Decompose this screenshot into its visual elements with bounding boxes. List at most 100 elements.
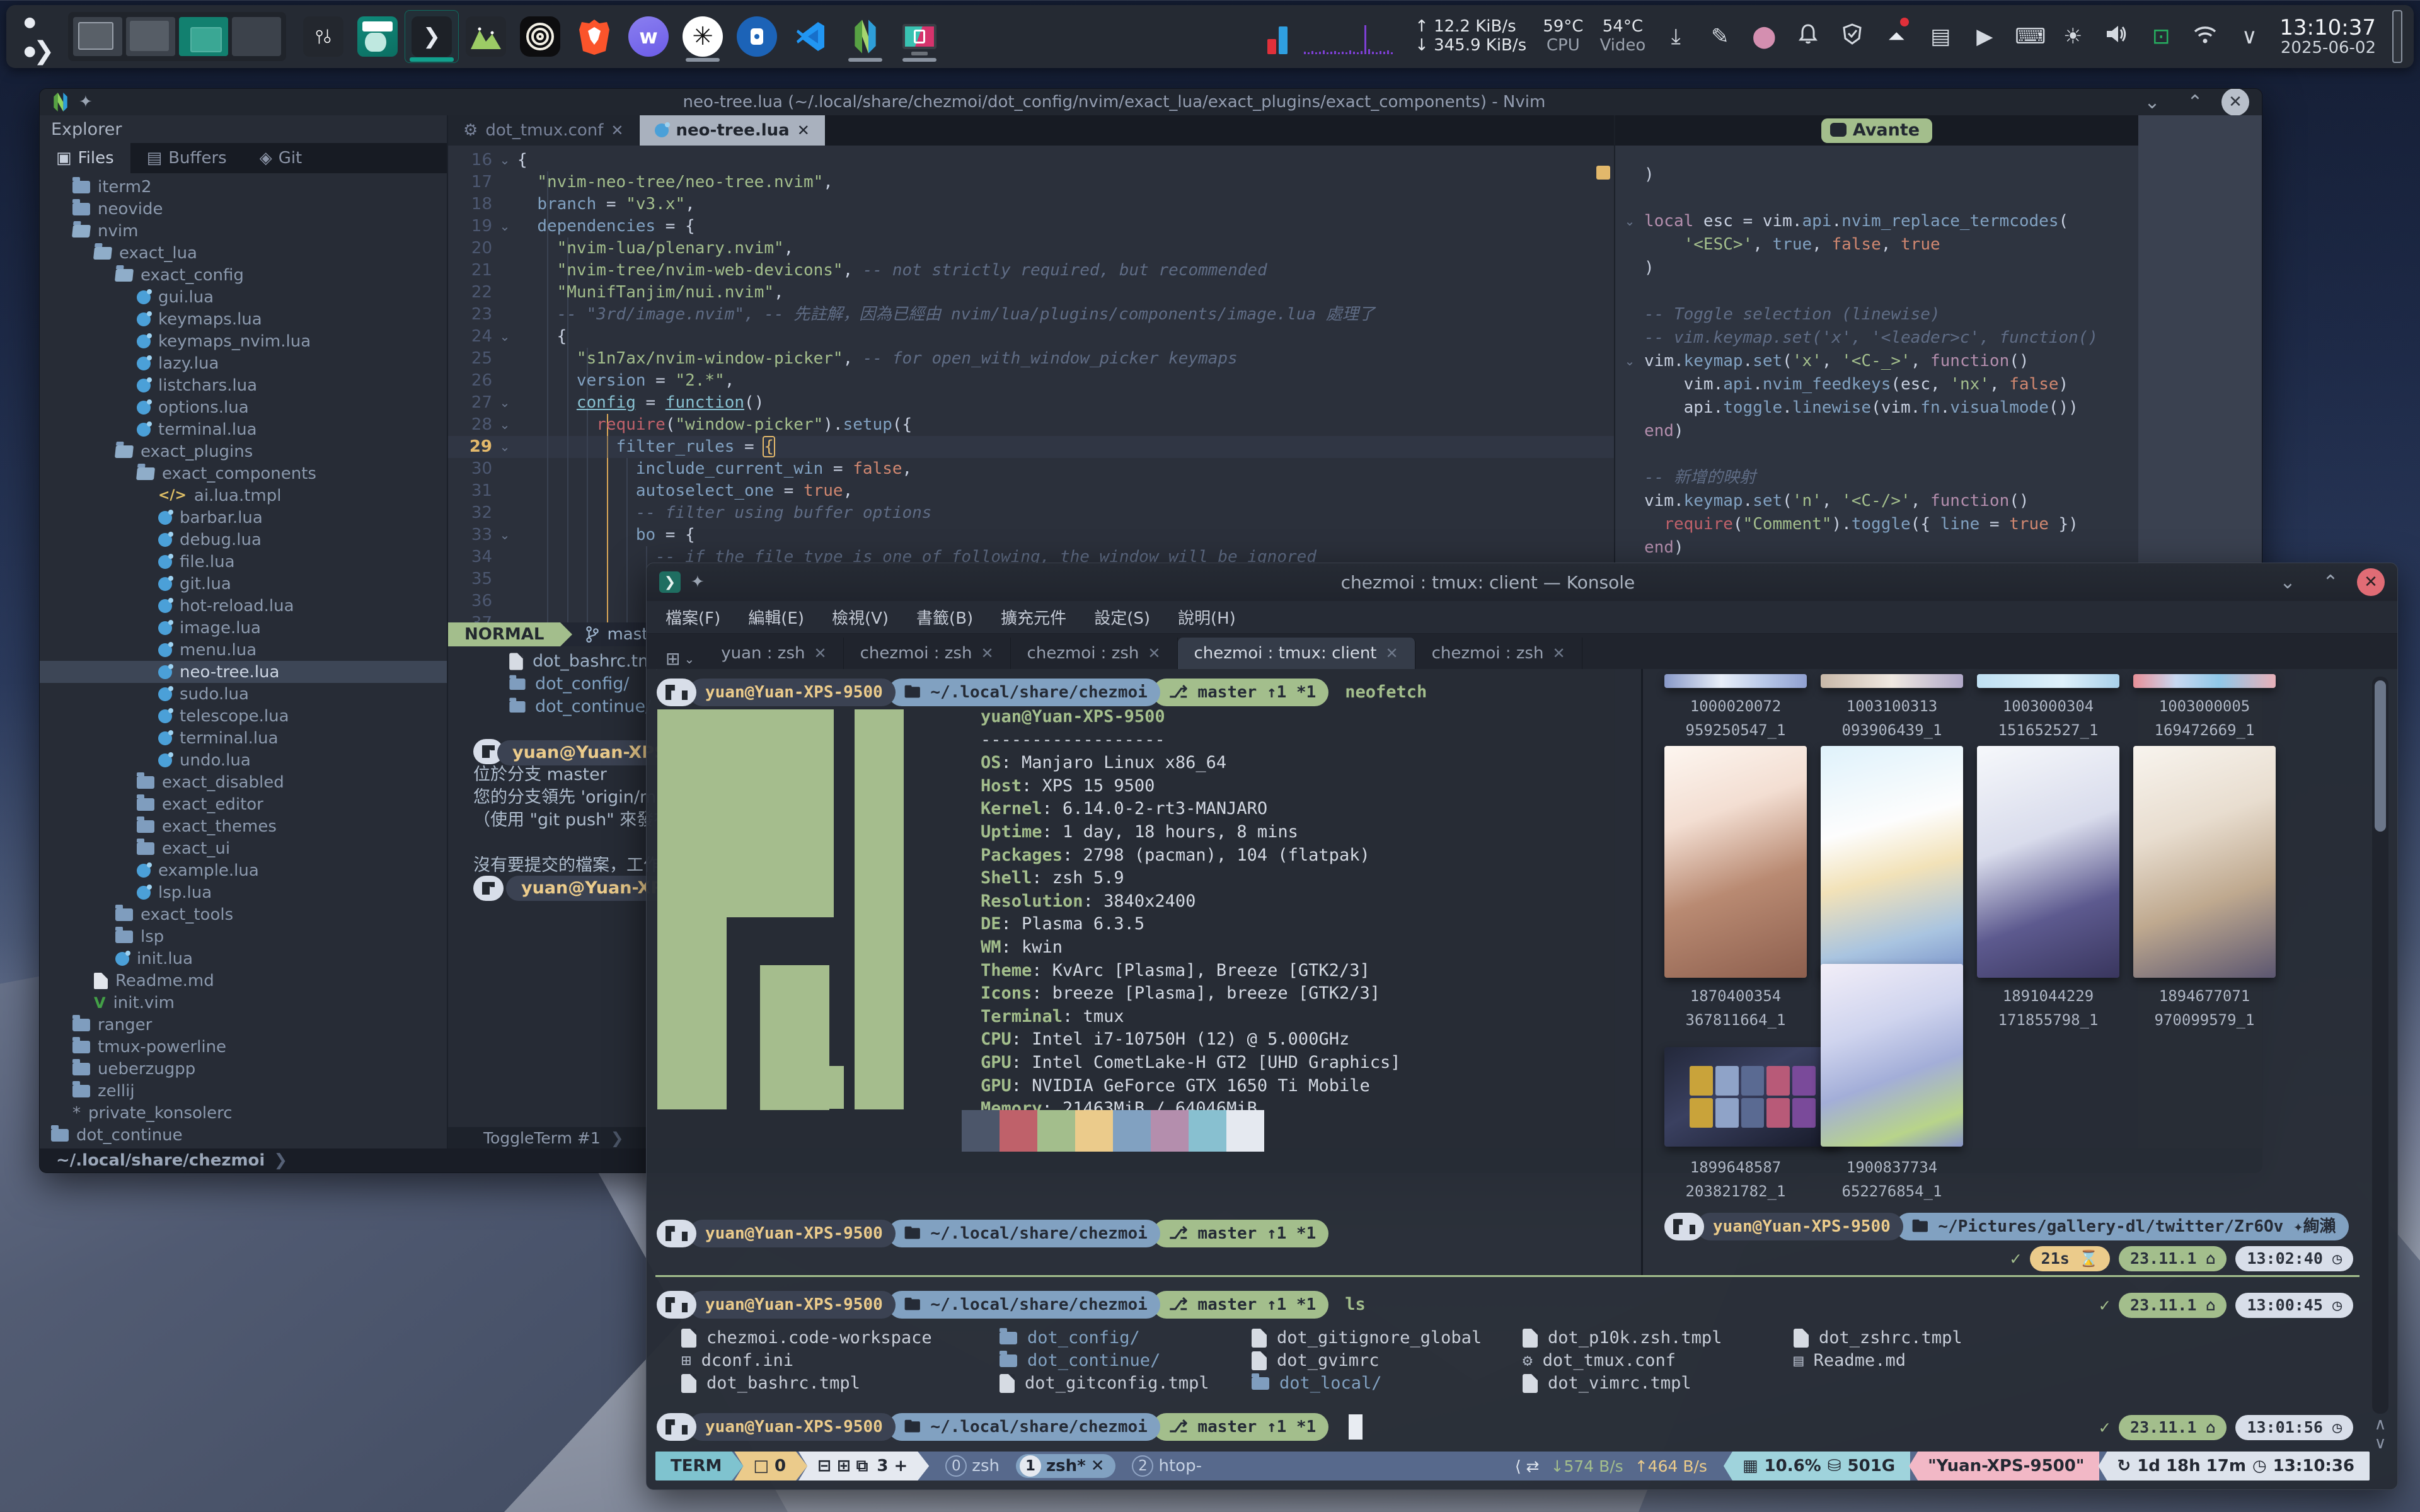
spectacle-screenshot-launcher[interactable] bbox=[892, 10, 947, 63]
brightness-icon[interactable]: ☀ bbox=[2059, 24, 2087, 49]
system-monitor-bars-icon[interactable] bbox=[1267, 19, 1288, 54]
app-launcher-icon[interactable]: ●●❯ bbox=[18, 16, 58, 57]
ls-file-entry[interactable]: dot_continue/ bbox=[1000, 1349, 1160, 1372]
menu-item[interactable]: 檔案(F) bbox=[666, 605, 720, 629]
ls-file-entry[interactable]: dot_gvimrc bbox=[1252, 1349, 1380, 1372]
cpu-temp-widget[interactable]: 59°C CPU bbox=[1543, 18, 1583, 55]
ls-file-entry[interactable]: dot_p10k.zsh.tmpl bbox=[1523, 1327, 1722, 1349]
ls-file-entry[interactable]: chezmoi.code-workspace bbox=[681, 1327, 932, 1349]
tree-item-keymaps.lua[interactable]: keymaps.lua bbox=[40, 308, 447, 330]
ls-file-entry[interactable]: ▤Readme.md bbox=[1794, 1349, 1906, 1372]
tree-item-init.lua[interactable]: init.lua bbox=[40, 948, 447, 970]
konsole-minimize-button[interactable]: ⌄ bbox=[2271, 571, 2304, 593]
tree-item-hot-reload.lua[interactable]: hot-reload.lua bbox=[40, 595, 447, 617]
tree-item-dot_continue[interactable]: dot_continue bbox=[40, 1124, 447, 1146]
ls-file-entry[interactable]: ⊞dconf.ini bbox=[681, 1349, 793, 1372]
close-buffer-icon[interactable]: ✕ bbox=[611, 122, 623, 139]
ls-file-entry[interactable]: dot_gitignore_global bbox=[1252, 1327, 1482, 1349]
desktop-1[interactable] bbox=[73, 17, 122, 56]
tree-item-terminal.lua[interactable]: terminal.lua bbox=[40, 727, 447, 749]
close-buffer-icon[interactable]: ✕ bbox=[797, 122, 810, 139]
tree-item-exact_lua[interactable]: exact_lua bbox=[40, 242, 447, 264]
tree-item-exact_themes[interactable]: exact_themes bbox=[40, 815, 447, 837]
tree-item-lsp[interactable]: lsp bbox=[40, 925, 447, 948]
scrollbar-arrows[interactable]: ∧∨ bbox=[2372, 1415, 2388, 1453]
brave-browser-launcher[interactable] bbox=[567, 10, 621, 63]
tmux-window-1[interactable]: 1zsh*✕ bbox=[1016, 1454, 1116, 1478]
vscode-launcher[interactable] bbox=[784, 10, 838, 63]
tree-item-undo.lua[interactable]: undo.lua bbox=[40, 749, 447, 771]
konsole-tab[interactable]: chezmoi : tmux: client✕ bbox=[1178, 638, 1415, 669]
tree-item-listchars.lua[interactable]: listchars.lua bbox=[40, 374, 447, 396]
menu-item[interactable]: 擴充元件 bbox=[1001, 605, 1066, 629]
tree-item-gui.lua[interactable]: gui.lua bbox=[40, 286, 447, 308]
clock-widget[interactable]: 13:10:37 2025-06-02 bbox=[2279, 16, 2376, 57]
tree-item-neo-tree.lua[interactable]: neo-tree.lua bbox=[40, 661, 447, 683]
tree-item-zellij[interactable]: zellij bbox=[40, 1080, 447, 1102]
nvim-minimize-button[interactable]: ⌄ bbox=[2136, 91, 2169, 113]
gallery-thumbnail[interactable] bbox=[1821, 746, 1963, 978]
network-graph-icon[interactable] bbox=[1304, 19, 1398, 54]
tmux-window-0[interactable]: 0zsh bbox=[945, 1455, 1000, 1477]
tree-item-menu.lua[interactable]: menu.lua bbox=[40, 639, 447, 661]
tree-item-ueberzugpp[interactable]: ueberzugpp bbox=[40, 1058, 447, 1080]
new-tab-button[interactable]: ⊞⌄ bbox=[655, 648, 705, 669]
tree-item-exact_plugins[interactable]: exact_plugins bbox=[40, 440, 447, 462]
tree-item-lsp.lua[interactable]: lsp.lua bbox=[40, 881, 447, 903]
buffer-tab-neo-tree.lua[interactable]: neo-tree.lua✕ bbox=[640, 115, 826, 146]
sidebar-tab-git[interactable]: ◈Git bbox=[243, 143, 319, 173]
system-settings-launcher[interactable]: ⫯⫰ bbox=[296, 10, 350, 63]
wavebox-messenger-launcher[interactable]: w bbox=[621, 10, 676, 63]
desktop-4[interactable] bbox=[232, 17, 281, 56]
buffer-tab-dot_tmux.conf[interactable]: ⚙dot_tmux.conf✕ bbox=[448, 115, 640, 146]
chatgpt-launcher[interactable]: ✳ bbox=[676, 10, 730, 63]
close-tab-icon[interactable]: ✕ bbox=[981, 644, 993, 662]
konsole-tab[interactable]: chezmoi : zsh✕ bbox=[1011, 638, 1178, 669]
tmux-window-2[interactable]: 2htop- bbox=[1132, 1455, 1201, 1477]
gallery-thumbnail[interactable] bbox=[1664, 1047, 1841, 1147]
tree-item-init.vim[interactable]: Vinit.vim bbox=[40, 992, 447, 1014]
close-tab-icon[interactable]: ✕ bbox=[1386, 644, 1398, 662]
media-capture-app-launcher[interactable] bbox=[513, 10, 567, 63]
tablet-pen-icon[interactable]: ✎ bbox=[1706, 24, 1734, 49]
media-player-icon[interactable]: ▶ bbox=[1971, 24, 1998, 49]
menu-item[interactable]: 設定(S) bbox=[1094, 605, 1150, 629]
konsole-titlebar[interactable]: ❯ ✦ chezmoi : tmux: client — Konsole ⌄ ⌃… bbox=[647, 563, 2397, 601]
notifications-bell-icon[interactable] bbox=[1794, 23, 1822, 50]
security-shield-icon[interactable] bbox=[1838, 23, 1866, 50]
tree-item-nvim[interactable]: nvim bbox=[40, 220, 447, 242]
tree-item-image.lua[interactable]: image.lua bbox=[40, 617, 447, 639]
scrollbar-thumb[interactable] bbox=[2375, 680, 2386, 832]
tree-item-lazy.lua[interactable]: lazy.lua bbox=[40, 352, 447, 374]
nvim-titlebar[interactable]: ✦ neo-tree.lua (~/.local/share/chezmoi/d… bbox=[40, 89, 2262, 115]
tree-item-telescope.lua[interactable]: telescope.lua bbox=[40, 705, 447, 727]
close-tab-icon[interactable]: ✕ bbox=[1552, 644, 1565, 662]
gallery-thumbnail[interactable] bbox=[1977, 746, 2119, 978]
sidebar-tab-buffers[interactable]: ▤Buffers bbox=[130, 143, 243, 173]
menu-item[interactable]: 檢視(V) bbox=[832, 605, 889, 629]
tree-item-ai.lua.tmpl[interactable]: </>ai.lua.tmpl bbox=[40, 484, 447, 507]
ls-file-entry[interactable]: dot_bashrc.tmpl bbox=[681, 1372, 860, 1395]
terminal-area[interactable]: yuan@Yuan-XPS-9500🖿 ~/.local/share/chezm… bbox=[647, 669, 2397, 1452]
nvim-close-button[interactable]: ✕ bbox=[2221, 88, 2249, 116]
video-temp-widget[interactable]: 54°C Video bbox=[1599, 18, 1645, 55]
konsole-tab[interactable]: chezmoi : zsh✕ bbox=[844, 638, 1011, 669]
ls-file-entry[interactable]: dot_local/ bbox=[1252, 1372, 1382, 1395]
gallery-thumbnail[interactable] bbox=[1821, 964, 1963, 1147]
konsole-tab[interactable]: chezmoi : zsh✕ bbox=[1415, 638, 1582, 669]
wifi-icon[interactable] bbox=[2191, 24, 2219, 50]
desktop-3-active[interactable] bbox=[179, 17, 228, 56]
tmux-window-close-icon[interactable]: ✕ bbox=[1091, 1457, 1105, 1475]
tree-item-neovide[interactable]: neovide bbox=[40, 198, 447, 220]
tree-item-options.lua[interactable]: options.lua bbox=[40, 396, 447, 418]
code-editor[interactable]: 16⌄{17 "nvim-neo-tree/neo-tree.nvim",18 … bbox=[448, 146, 1614, 622]
tree-item-terminal.lua[interactable]: terminal.lua bbox=[40, 418, 447, 440]
tree-item-exact_ui[interactable]: exact_ui bbox=[40, 837, 447, 859]
tree-item-iterm2[interactable]: iterm2 bbox=[40, 176, 447, 198]
close-tab-icon[interactable]: ✕ bbox=[814, 644, 826, 662]
ls-file-entry[interactable]: dot_zshrc.tmpl bbox=[1794, 1327, 1962, 1349]
software-update-icon[interactable]: ⤓ bbox=[1662, 24, 1690, 49]
virtual-desktop-pager[interactable] bbox=[68, 12, 286, 61]
tree-item-Readme.md[interactable]: Readme.md bbox=[40, 970, 447, 992]
konsole-close-button[interactable]: ✕ bbox=[2357, 568, 2385, 596]
